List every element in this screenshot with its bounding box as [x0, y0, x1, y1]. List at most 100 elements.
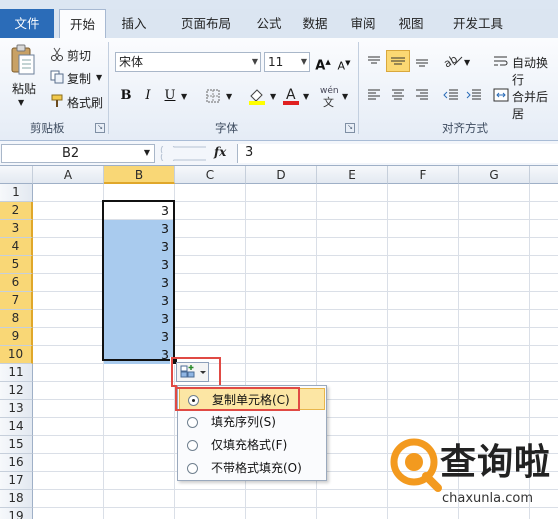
- insert-function-button[interactable]: fx: [214, 145, 226, 159]
- column-header[interactable]: B: [104, 166, 175, 184]
- gridline: [33, 381, 558, 382]
- align-left-icon[interactable]: [366, 88, 382, 105]
- underline-button[interactable]: U: [161, 87, 179, 105]
- format-painter-button[interactable]: 格式刷: [67, 94, 103, 111]
- increase-indent-icon[interactable]: [466, 88, 482, 105]
- paste-icon[interactable]: [10, 44, 36, 76]
- row-header[interactable]: 14: [0, 418, 33, 436]
- column-header[interactable]: C: [175, 166, 246, 184]
- tab-data[interactable]: 数据: [293, 9, 337, 38]
- row-header[interactable]: 9: [0, 328, 33, 346]
- row-header[interactable]: 17: [0, 472, 33, 490]
- row-header[interactable]: 5: [0, 256, 33, 274]
- phonetic-dropdown-icon[interactable]: ▼: [342, 92, 348, 101]
- column-header[interactable]: A: [33, 166, 104, 184]
- svg-text:ab: ab: [442, 52, 460, 68]
- fill-dropdown-icon[interactable]: ▼: [270, 92, 276, 101]
- selection-border: [102, 200, 175, 361]
- row-header[interactable]: 13: [0, 400, 33, 418]
- wrap-text-icon: [493, 54, 509, 71]
- merge-center-button[interactable]: 合并后居: [512, 88, 558, 122]
- menu-item-fill-without-formatting[interactable]: 不带格式填充(O): [179, 457, 325, 479]
- grow-font-icon[interactable]: A▲: [314, 53, 332, 73]
- radio-icon: [187, 463, 198, 474]
- decrease-indent-icon[interactable]: [443, 88, 459, 105]
- font-color-icon[interactable]: A: [282, 86, 300, 106]
- align-middle-icon[interactable]: [386, 50, 410, 72]
- tab-insert[interactable]: 插入: [112, 9, 156, 38]
- chevron-down-icon[interactable]: ▼: [144, 148, 150, 157]
- formula-input[interactable]: 3: [237, 144, 558, 163]
- align-bottom-icon[interactable]: [414, 54, 430, 71]
- group-separator: [358, 42, 359, 134]
- copy-dropdown-icon[interactable]: ▼: [96, 73, 102, 82]
- column-header[interactable]: F: [388, 166, 459, 184]
- column-header[interactable]: D: [246, 166, 317, 184]
- cut-button[interactable]: 剪切: [67, 47, 91, 64]
- menu-item-fill-series[interactable]: 填充序列(S): [179, 411, 325, 433]
- menu-item-fill-formatting-only[interactable]: 仅填充格式(F): [179, 434, 325, 456]
- name-box[interactable]: B2 ▼: [1, 144, 155, 163]
- font-size-combo[interactable]: 11 ▼: [264, 52, 310, 72]
- italic-button[interactable]: I: [139, 87, 157, 105]
- row-header[interactable]: 11: [0, 364, 33, 382]
- row-header[interactable]: 16: [0, 454, 33, 472]
- alignment-group-label: 对齐方式: [442, 121, 488, 135]
- font-name-combo[interactable]: 宋体 ▼: [115, 52, 261, 72]
- shrink-font-icon[interactable]: A▼: [335, 54, 353, 73]
- row-header[interactable]: 8: [0, 310, 33, 328]
- tab-file[interactable]: 文件: [0, 9, 54, 38]
- column-header[interactable]: E: [317, 166, 388, 184]
- orientation-icon[interactable]: ab: [441, 52, 464, 71]
- row-header[interactable]: 2: [0, 202, 33, 220]
- copy-icon: [50, 70, 64, 87]
- clipboard-group-label: 剪贴板: [30, 121, 65, 135]
- row-header[interactable]: 3: [0, 220, 33, 238]
- orientation-dropdown-icon[interactable]: ▼: [464, 58, 470, 67]
- merge-icon: [493, 88, 509, 105]
- watermark-url: chaxunla.com: [442, 491, 533, 506]
- underline-dropdown-icon[interactable]: ▼: [181, 92, 187, 101]
- chevron-down-icon[interactable]: ▼: [301, 53, 307, 71]
- row-header[interactable]: 1: [0, 184, 33, 202]
- chevron-down-icon[interactable]: ▼: [252, 53, 258, 71]
- select-all-corner[interactable]: [0, 166, 33, 184]
- callout-highlight: [175, 387, 300, 411]
- row-header[interactable]: 6: [0, 274, 33, 292]
- border-dropdown-icon[interactable]: ▼: [226, 92, 232, 101]
- ribbon-home: 粘贴 ▼ 剪切 复制 ▼ 格式刷 剪贴板 ↘ 宋体 ▼ 11 ▼ A▲ A▼ B…: [0, 38, 558, 141]
- column-header[interactable]: [530, 166, 558, 184]
- row-header[interactable]: 19: [0, 508, 33, 519]
- row-header[interactable]: 18: [0, 490, 33, 508]
- phonetic-icon[interactable]: 文: [322, 94, 340, 111]
- bold-button[interactable]: B: [117, 87, 135, 105]
- paste-dropdown-icon[interactable]: ▼: [18, 98, 24, 107]
- align-top-icon[interactable]: [366, 54, 382, 71]
- clipboard-launcher-icon[interactable]: ↘: [95, 123, 105, 133]
- wrap-text-button[interactable]: 自动换行: [512, 54, 558, 88]
- watermark: 查询啦 chaxunla.com: [380, 431, 558, 519]
- tab-view[interactable]: 视图: [389, 9, 433, 38]
- formula-bar-resize-handle[interactable]: [158, 142, 208, 165]
- column-header[interactable]: G: [459, 166, 530, 184]
- font-color-dropdown-icon[interactable]: ▼: [303, 92, 309, 101]
- tab-review[interactable]: 审阅: [341, 9, 385, 38]
- row-header[interactable]: 12: [0, 382, 33, 400]
- tab-formulas[interactable]: 公式: [247, 9, 291, 38]
- border-icon[interactable]: [206, 89, 220, 106]
- row-header[interactable]: 7: [0, 292, 33, 310]
- tab-developer[interactable]: 开发工具: [443, 9, 513, 38]
- align-center-icon[interactable]: [390, 88, 406, 105]
- copy-button[interactable]: 复制: [67, 70, 91, 87]
- font-launcher-icon[interactable]: ↘: [345, 123, 355, 133]
- tab-page-layout[interactable]: 页面布局: [166, 9, 246, 38]
- fill-color-icon[interactable]: [248, 87, 266, 108]
- row-header[interactable]: 10: [0, 346, 33, 364]
- tab-home[interactable]: 开始: [59, 9, 106, 39]
- ribbon-tab-bar: 文件 开始 插入 页面布局 公式 数据 审阅 视图 开发工具: [0, 9, 558, 39]
- row-header[interactable]: 15: [0, 436, 33, 454]
- paste-label[interactable]: 粘贴: [12, 80, 36, 97]
- quick-access-toolbar: [0, 0, 558, 9]
- align-right-icon[interactable]: [414, 88, 430, 105]
- row-header[interactable]: 4: [0, 238, 33, 256]
